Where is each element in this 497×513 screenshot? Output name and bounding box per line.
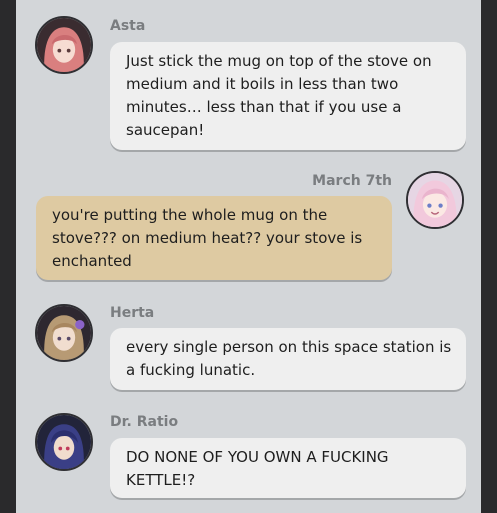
sender-name: March 7th xyxy=(312,173,392,189)
sender-name: Dr. Ratio xyxy=(110,414,179,430)
avatar-dr-ratio[interactable] xyxy=(35,413,93,471)
message-bubble: every single person on this space statio… xyxy=(110,328,466,390)
message-bubble: DO NONE OF YOU OWN A FUCKING KETTLE!? xyxy=(110,438,466,498)
message-bubble: you're putting the whole mug on the stov… xyxy=(36,196,392,280)
sender-name: Asta xyxy=(110,18,146,34)
message-bubble: Just stick the mug on top of the stove o… xyxy=(110,42,466,150)
avatar-asta[interactable] xyxy=(35,16,93,74)
chat-panel: Asta Just stick the mug on top of the st… xyxy=(16,0,481,513)
sender-name: Herta xyxy=(110,305,155,321)
avatar-march-7th[interactable] xyxy=(406,171,464,229)
avatar-herta[interactable] xyxy=(35,304,93,362)
